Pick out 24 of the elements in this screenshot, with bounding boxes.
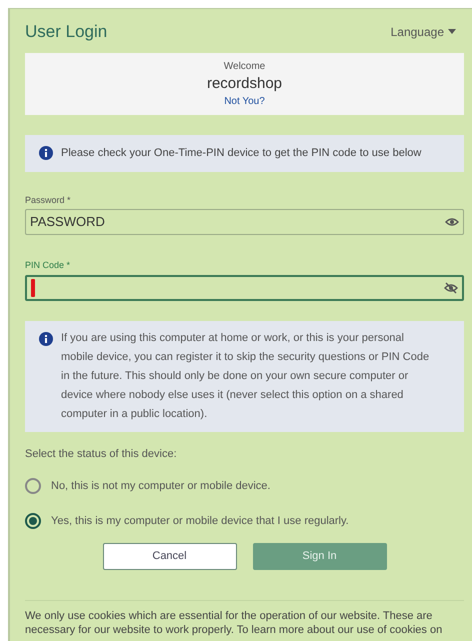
cancel-button[interactable]: Cancel bbox=[102, 543, 236, 570]
cookie-notice: We only use cookies which are essential for the operation of our website. These are necessary for our website to work properly. To learn more about our use of cookies on bbox=[25, 609, 444, 637]
field-label: Password * bbox=[25, 194, 72, 206]
text-cursor bbox=[31, 278, 35, 296]
caret-icon bbox=[448, 29, 456, 34]
radio-button[interactable] bbox=[25, 478, 41, 494]
page-title: User Login bbox=[25, 21, 108, 43]
info-icon bbox=[39, 146, 53, 160]
eye-icon[interactable] bbox=[445, 216, 459, 228]
welcome-text: Welcome bbox=[224, 60, 266, 74]
radio-button[interactable] bbox=[25, 512, 41, 529]
input-field[interactable]: PASSWORD bbox=[25, 209, 464, 235]
input-field[interactable] bbox=[25, 274, 464, 300]
not-you-link[interactable]: Not You? bbox=[224, 94, 265, 108]
language-dropdown[interactable]: Language bbox=[390, 22, 464, 41]
info-icon bbox=[39, 332, 53, 346]
eye-slash-icon[interactable] bbox=[444, 282, 458, 294]
device-prompt: Select the status of this device: bbox=[25, 446, 178, 462]
radio-option[interactable]: Yes, this is my computer or mobile device that I use regularly. bbox=[25, 512, 464, 529]
info-text: If you are using this computer at home or work, or this is your personal mobile device, you can register it to skip the security questions or PIN Code in the future. This should only be done on your own secure computer or device where nobody else uses it (never select this option on a shared computer in a public location). bbox=[61, 330, 430, 422]
notice-text: Please check your One-Time-PIN device to get the PIN code to use below bbox=[61, 146, 422, 161]
field-label: PIN Code * bbox=[25, 259, 72, 272]
radio-option[interactable]: No, this is not my computer or mobile device. bbox=[25, 478, 464, 494]
username: recordshop bbox=[206, 74, 282, 94]
